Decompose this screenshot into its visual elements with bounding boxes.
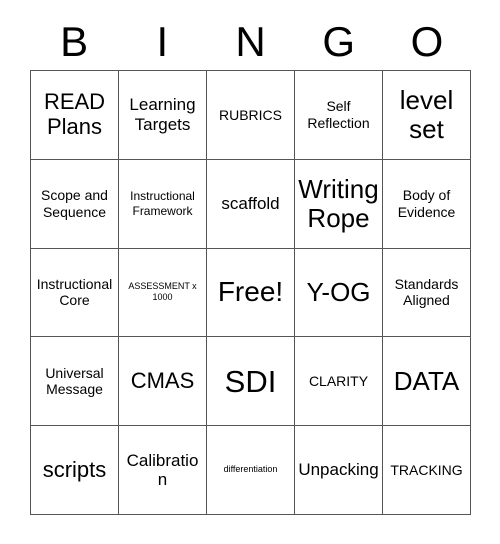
bingo-cell-label: Scope and Sequence <box>41 187 108 220</box>
bingo-cell-label: Instructional Framework <box>130 189 195 218</box>
bingo-cell[interactable]: Body of Evidence <box>383 159 471 249</box>
bingo-cell[interactable]: CMAS <box>119 337 207 427</box>
header-letter-n: N <box>235 18 266 65</box>
header-letter-i: I <box>156 18 169 65</box>
bingo-cell[interactable]: Scope and Sequence <box>31 159 119 249</box>
bingo-cell[interactable]: Y-OG <box>295 248 383 338</box>
bingo-cell-label: level set <box>399 85 454 144</box>
bingo-cell[interactable]: Instructional Framework <box>119 159 207 249</box>
bingo-cell[interactable]: READ Plans <box>31 71 119 160</box>
bingo-cell[interactable]: differentiation <box>207 426 295 515</box>
bingo-cell[interactable]: Universal Message <box>31 337 119 427</box>
bingo-grid: READ Plans Learning Targets RUBRICS Self Re… <box>30 70 471 515</box>
bingo-cell-label: Unpacking <box>298 460 379 480</box>
bingo-cell[interactable]: RUBRICS <box>207 71 295 160</box>
bingo-cell-label: READ Plans <box>43 89 106 139</box>
bingo-cell[interactable]: Unpacking <box>295 426 383 515</box>
bingo-cell-label: Y-OG <box>306 277 371 308</box>
bingo-cell-label: Universal Message <box>45 364 104 398</box>
bingo-cell[interactable]: ASSESSMENT x 1000 <box>119 248 207 338</box>
header-letter-g: G <box>322 18 356 65</box>
bingo-cell[interactable]: Self Reflection <box>295 71 383 160</box>
bingo-cell[interactable]: scaffold <box>207 159 295 249</box>
bingo-cell-label: Standards Aligned <box>394 275 459 309</box>
bingo-cell-label: Calibration <box>126 450 199 490</box>
bingo-cell-label: differentiation <box>223 464 278 475</box>
bingo-header-row: B I N G O <box>30 14 471 70</box>
bingo-cell-label: CLARITY <box>308 373 369 390</box>
bingo-cell-label: TRACKING <box>390 461 463 478</box>
bingo-cell-label: Self Reflection <box>307 98 370 131</box>
bingo-cell[interactable]: Calibration <box>119 426 207 515</box>
bingo-cell-label: ASSESSMENT x 1000 <box>128 281 197 303</box>
bingo-cell[interactable]: level set <box>383 71 471 160</box>
bingo-cell-label: DATA <box>393 365 460 396</box>
bingo-card: B I N G O READ Plans Learning Targets RUBR… <box>0 0 500 544</box>
bingo-cell-label: scripts <box>42 456 107 482</box>
bingo-cell[interactable]: TRACKING <box>383 426 471 515</box>
bingo-cell-label: Body of Evidence <box>397 187 456 220</box>
bingo-cell-label: CMAS <box>130 367 195 393</box>
bingo-cell[interactable]: scripts <box>31 426 119 515</box>
bingo-cell[interactable]: Instructional Core <box>31 248 119 338</box>
bingo-cell[interactable]: DATA <box>383 337 471 427</box>
bingo-cell-label: Free! <box>217 276 284 308</box>
bingo-cell[interactable]: CLARITY <box>295 337 383 427</box>
bingo-cell[interactable]: Standards Aligned <box>383 248 471 338</box>
bingo-cell-label: Instructional Core <box>36 275 113 309</box>
bingo-cell-label: RUBRICS <box>218 106 282 123</box>
header-letter-o: O <box>410 18 444 65</box>
bingo-cell-label: Learning Targets <box>129 95 196 134</box>
bingo-cell-label: SDI <box>224 363 277 399</box>
header-letter-b: B <box>60 18 89 65</box>
bingo-cell[interactable]: Learning Targets <box>119 71 207 160</box>
bingo-cell-free[interactable]: Free! <box>207 248 295 338</box>
bingo-cell-label: scaffold <box>221 193 280 213</box>
bingo-cell[interactable]: SDI <box>207 337 295 427</box>
bingo-cell-label: Writing Rope <box>298 174 379 233</box>
bingo-cell[interactable]: Writing Rope <box>295 159 383 249</box>
